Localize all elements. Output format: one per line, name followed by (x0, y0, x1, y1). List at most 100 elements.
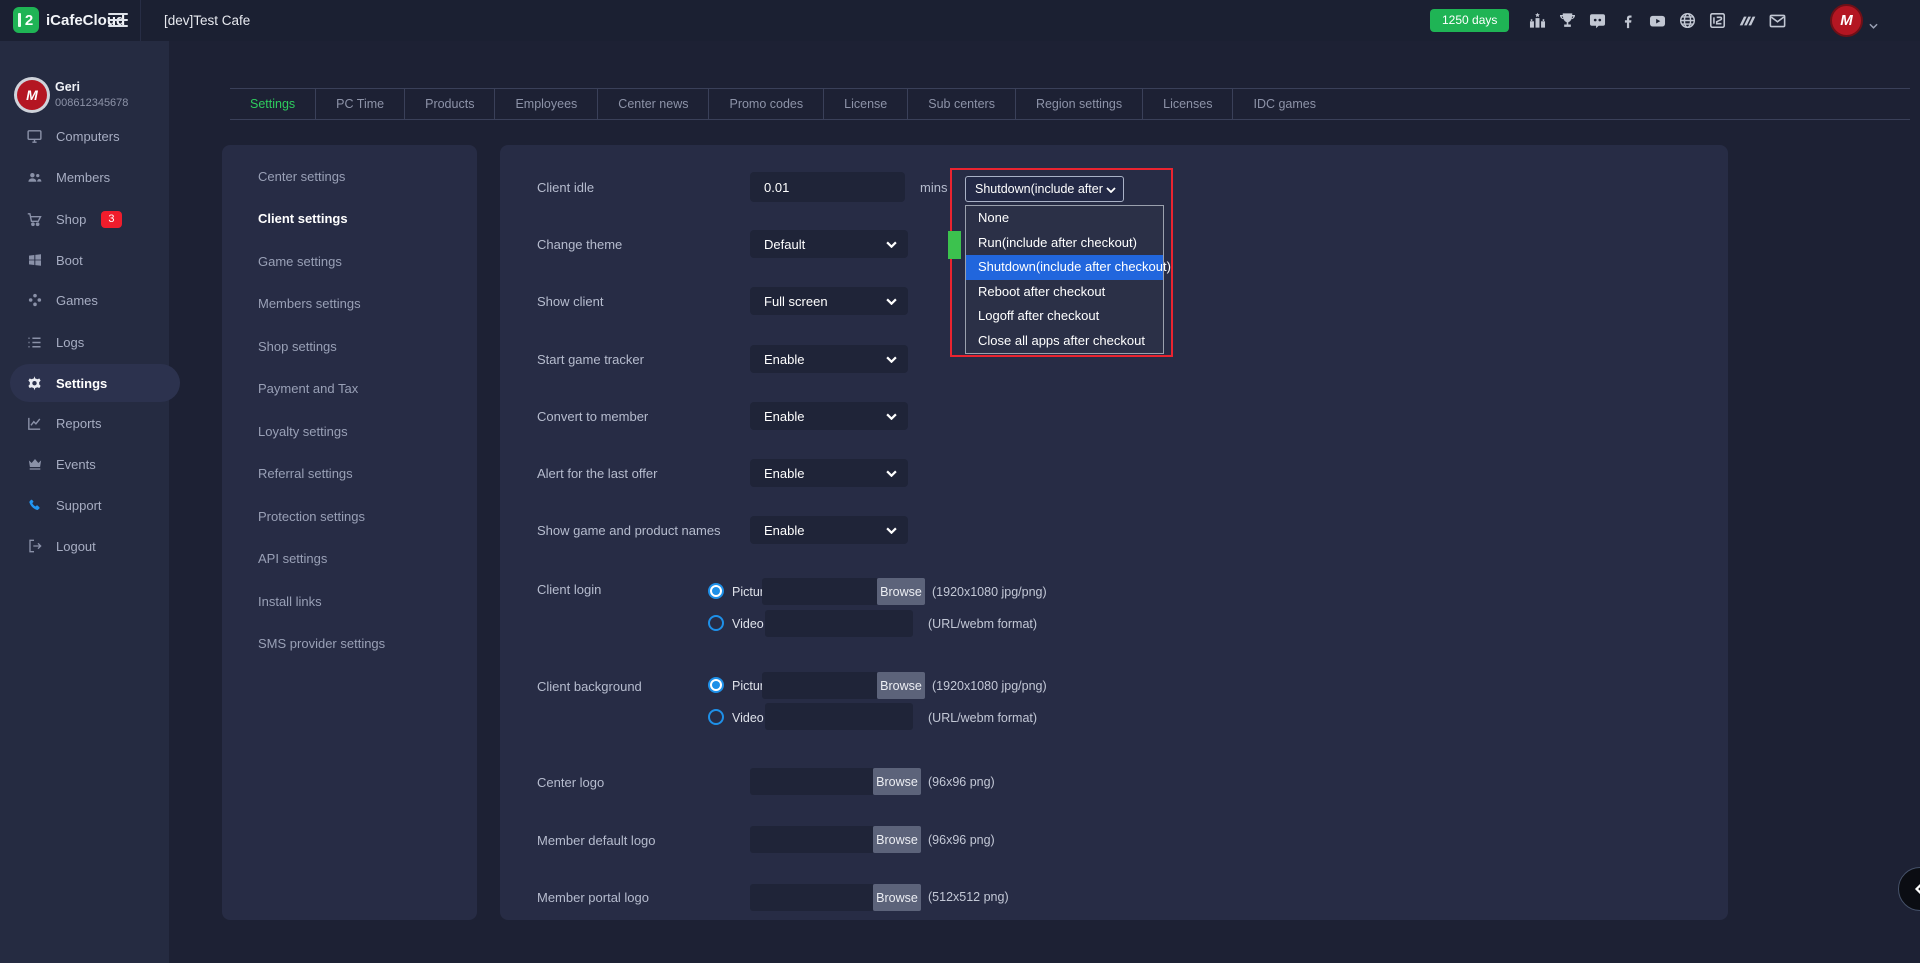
subnav-api-settings[interactable]: API settings (222, 538, 477, 581)
hamburger-menu-icon[interactable] (108, 13, 128, 27)
option-close-all-apps[interactable]: Close all apps after checkout (966, 329, 1163, 354)
user-avatar[interactable]: M (14, 77, 50, 113)
member-portal-logo-file-input[interactable] (750, 884, 873, 911)
sidebar-item-shop[interactable]: Shop 3 (0, 200, 169, 238)
ranking-icon[interactable] (1528, 11, 1547, 30)
client-login-picture-hint: (1920x1080 jpg/png) (932, 585, 1047, 599)
tab-employees[interactable]: Employees (495, 89, 598, 119)
subnav-loyalty-settings[interactable]: Loyalty settings (222, 410, 477, 453)
client-login-picture-file-input[interactable] (762, 578, 877, 605)
option-reboot-after-checkout[interactable]: Reboot after checkout (966, 280, 1163, 305)
alert-last-offer-select[interactable]: Enable (750, 459, 908, 487)
option-logoff-after-checkout[interactable]: Logoff after checkout (966, 304, 1163, 329)
collapse-panel-button[interactable] (1898, 867, 1920, 911)
discord-icon[interactable] (1588, 11, 1607, 30)
user-phone: 008612345678 (55, 97, 128, 109)
tab-settings[interactable]: Settings (230, 89, 316, 119)
convert-to-member-select[interactable]: Enable (750, 402, 908, 430)
chevron-left-icon (1914, 881, 1920, 897)
subnav-client-settings[interactable]: Client settings (222, 198, 477, 241)
sidebar-item-boot[interactable]: Boot (0, 241, 169, 279)
license-days-badge[interactable]: 1250 days (1430, 9, 1509, 32)
center-logo-browse-button[interactable]: Browse (873, 768, 921, 795)
facebook-icon[interactable] (1618, 11, 1637, 30)
sidebar-item-logout[interactable]: Logout (0, 527, 169, 565)
change-theme-select[interactable]: Default (750, 230, 908, 258)
client-background-picture-file-input[interactable] (762, 672, 877, 699)
mail-icon[interactable] (1768, 11, 1787, 30)
tab-pc-time[interactable]: PC Time (316, 89, 405, 119)
windows-icon (26, 252, 43, 269)
client-login-video-radio[interactable] (708, 615, 724, 631)
logo-bar-shape (18, 13, 21, 27)
subnav-referral-settings[interactable]: Referral settings (222, 453, 477, 496)
account-avatar[interactable]: M (1830, 4, 1863, 37)
client-idle-action-select[interactable]: Shutdown(include after (965, 176, 1124, 202)
sidebar-item-label: Logs (56, 335, 84, 350)
member-default-logo-browse-button[interactable]: Browse (873, 826, 921, 853)
subnav-payment-and-tax[interactable]: Payment and Tax (222, 368, 477, 411)
option-run-after-checkout[interactable]: Run(include after checkout) (966, 231, 1163, 256)
subnav-sms-provider-settings[interactable]: SMS provider settings (222, 623, 477, 666)
tab-license[interactable]: License (824, 89, 908, 119)
top-tab-bar: Settings PC Time Products Employees Cent… (230, 88, 1910, 120)
option-shutdown-after-checkout[interactable]: Shutdown(include after checkout) (966, 255, 1163, 280)
sidebar-item-events[interactable]: Events (0, 445, 169, 483)
show-client-select[interactable]: Full screen (750, 287, 908, 315)
convert-to-member-label: Convert to member (537, 409, 648, 424)
subnav-members-settings[interactable]: Members settings (222, 283, 477, 326)
client-background-video-hint: (URL/webm format) (928, 711, 1037, 725)
show-names-select[interactable]: Enable (750, 516, 908, 544)
subnav-center-settings[interactable]: Center settings (222, 155, 477, 198)
icafecloud-logo-icon[interactable]: 2 (13, 7, 39, 33)
gear-icon (26, 375, 43, 392)
account-caret-icon[interactable] (1869, 16, 1878, 34)
client-login-picture-radio[interactable] (708, 583, 724, 599)
tab-products[interactable]: Products (405, 89, 495, 119)
sidebar-item-members[interactable]: Members (0, 158, 169, 196)
tab-promo-codes[interactable]: Promo codes (709, 89, 824, 119)
subnav-shop-settings[interactable]: Shop settings (222, 325, 477, 368)
client-settings-form-panel: Client idle 0.01 mins Shutdown(include a… (500, 145, 1728, 920)
subnav-protection-settings[interactable]: Protection settings (222, 495, 477, 538)
tab-licenses[interactable]: Licenses (1143, 89, 1233, 119)
subnav-install-links[interactable]: Install links (222, 580, 477, 623)
youtube-icon[interactable] (1648, 11, 1667, 30)
sidebar-item-computers[interactable]: Computers (0, 117, 169, 155)
member-default-logo-label: Member default logo (537, 833, 656, 848)
client-background-picture-radio[interactable] (708, 677, 724, 693)
icafecloud-mini-icon[interactable] (1708, 11, 1727, 30)
trophy-icon[interactable] (1558, 11, 1577, 30)
member-portal-logo-hint: (512x512 png) (928, 890, 1009, 904)
avatar-letter: M (1840, 12, 1853, 29)
client-background-video-radio[interactable] (708, 709, 724, 725)
tab-center-news[interactable]: Center news (598, 89, 709, 119)
sidebar-item-reports[interactable]: Reports (0, 404, 169, 442)
client-background-video-url-input[interactable] (765, 703, 913, 730)
client-login-video-url-input[interactable] (765, 610, 913, 637)
client-idle-value: 0.01 (764, 180, 789, 195)
start-game-tracker-label: Start game tracker (537, 352, 644, 367)
sidebar-item-label: Events (56, 457, 96, 472)
client-login-video-radio-label: Video (732, 617, 764, 631)
client-background-picture-browse-button[interactable]: Browse (877, 672, 925, 699)
sidebar-item-games[interactable]: Games (0, 281, 169, 319)
member-default-logo-file-input[interactable] (750, 826, 873, 853)
sidebar-item-logs[interactable]: Logs (0, 323, 169, 361)
tab-sub-centers[interactable]: Sub centers (908, 89, 1016, 119)
option-none[interactable]: None (966, 206, 1163, 231)
start-game-tracker-select[interactable]: Enable (750, 345, 908, 373)
member-portal-logo-browse-button[interactable]: Browse (873, 884, 921, 911)
aapanel-icon[interactable] (1738, 11, 1757, 30)
sidebar-item-settings[interactable]: Settings (10, 364, 180, 402)
center-logo-label: Center logo (537, 775, 604, 790)
globe-icon[interactable] (1678, 11, 1697, 30)
client-idle-action-options: None Run(include after checkout) Shutdow… (965, 205, 1164, 354)
sidebar-item-support[interactable]: Support (0, 486, 169, 524)
tab-region-settings[interactable]: Region settings (1016, 89, 1143, 119)
tab-idc-games[interactable]: IDC games (1233, 89, 1336, 119)
client-idle-input[interactable]: 0.01 (750, 172, 905, 202)
subnav-game-settings[interactable]: Game settings (222, 240, 477, 283)
center-logo-file-input[interactable] (750, 768, 873, 795)
client-login-picture-browse-button[interactable]: Browse (877, 578, 925, 605)
